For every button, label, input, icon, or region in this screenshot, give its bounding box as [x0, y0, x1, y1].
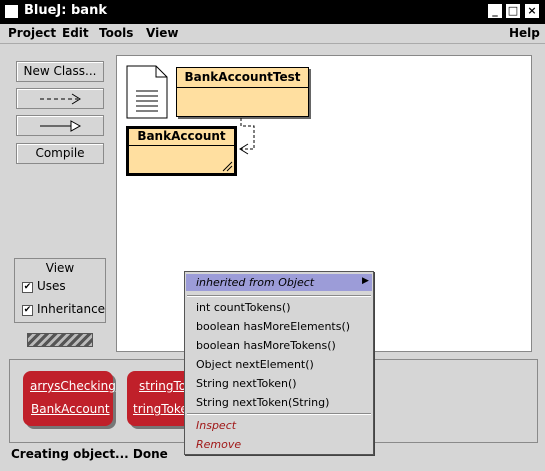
method-item[interactable]: boolean hasMoreElements() — [196, 320, 350, 333]
class-bankaccount[interactable]: BankAccount — [126, 126, 237, 176]
menu-edit[interactable]: Edit — [62, 26, 89, 40]
uses-arrow-button[interactable] — [16, 88, 104, 109]
maximize-icon[interactable]: □ — [506, 4, 520, 18]
menu-tools[interactable]: Tools — [99, 26, 133, 40]
inheritance-arrow-button[interactable] — [16, 115, 104, 136]
menu-project[interactable]: Project — [8, 26, 56, 40]
uses-label: Uses — [37, 279, 66, 293]
menu-separator — [187, 413, 371, 415]
uses-checkbox[interactable]: ✔ — [22, 282, 33, 293]
dashed-arrow-icon — [40, 93, 81, 105]
close-icon[interactable]: × — [525, 4, 539, 18]
class-name: BankAccountTest — [177, 68, 308, 88]
readme-icon[interactable] — [126, 65, 168, 119]
new-class-button[interactable]: New Class... — [16, 61, 104, 82]
submenu-arrow-icon: ▶ — [362, 276, 369, 286]
method-item[interactable]: String nextToken(String) — [196, 396, 329, 409]
method-item[interactable]: String nextToken() — [196, 377, 297, 390]
method-item[interactable]: Object nextElement() — [196, 358, 314, 371]
title-bar[interactable]: BlueJ: bank _ □ × — [0, 0, 545, 24]
inheritance-checkbox[interactable]: ✔ — [22, 305, 33, 316]
object-name: arrysChecking — [30, 379, 116, 393]
submenu-label: inherited from Object — [196, 276, 315, 289]
object-instance[interactable]: arrysChecking BankAccount — [23, 371, 116, 426]
inheritance-arrow-icon — [40, 120, 82, 132]
object-type: tringToke — [133, 402, 188, 416]
compile-button[interactable]: Compile — [16, 143, 104, 164]
method-item[interactable]: int countTokens() — [196, 301, 290, 314]
view-panel: View ✔ Uses ✔ Inheritance — [14, 258, 106, 323]
uses-dependency-arrow — [239, 118, 255, 155]
minimize-icon[interactable]: _ — [488, 4, 502, 18]
window-title: BlueJ: bank — [24, 3, 107, 18]
menu-help[interactable]: Help — [509, 26, 540, 40]
inspect-menu-item[interactable]: Inspect — [196, 419, 236, 432]
view-panel-title: View — [45, 261, 75, 275]
execution-indicator — [27, 333, 93, 347]
class-bankaccounttest[interactable]: BankAccountTest — [176, 67, 309, 117]
class-name: BankAccount — [129, 129, 234, 146]
menu-view[interactable]: View — [146, 26, 178, 40]
menu-bar: Project Edit Tools View Help — [0, 24, 545, 44]
method-item[interactable]: boolean hasMoreTokens() — [196, 339, 336, 352]
menu-separator — [187, 295, 371, 297]
object-name: stringTo — [139, 379, 187, 393]
remove-menu-item[interactable]: Remove — [196, 438, 241, 451]
object-type: BankAccount — [31, 402, 110, 416]
app-icon — [5, 5, 18, 18]
resize-handle-icon[interactable] — [221, 160, 233, 172]
object-context-menu: inherited from Object ▶ int countTokens(… — [184, 271, 374, 455]
inherited-submenu[interactable]: inherited from Object ▶ — [186, 274, 372, 291]
inheritance-label: Inheritance — [37, 302, 106, 316]
status-message: Creating object... Done — [11, 447, 168, 461]
